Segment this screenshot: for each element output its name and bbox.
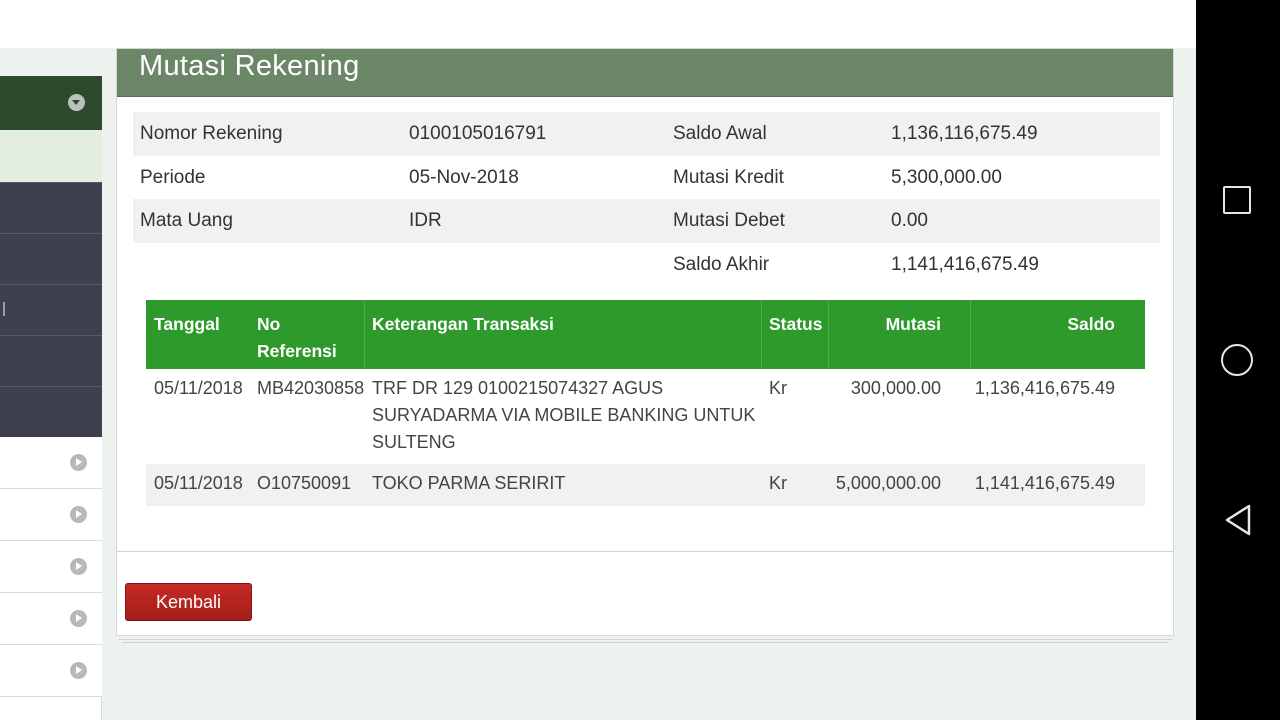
sidebar-header[interactable] <box>0 76 102 130</box>
panel-shadow <box>122 640 1169 643</box>
chevron-right-icon <box>70 558 87 575</box>
page-title: Mutasi Rekening <box>139 50 360 82</box>
info-label: Saldo Akhir <box>673 253 770 275</box>
cell-no-referensi: MB42030858 <box>257 378 365 398</box>
info-value: IDR <box>409 210 442 231</box>
sidebar-item-active[interactable] <box>0 130 102 182</box>
panel-divider <box>117 551 1173 552</box>
chevron-right-icon <box>70 662 87 679</box>
subitem-marker <box>3 302 5 316</box>
info-value: 5,300,000.00 <box>891 166 1002 188</box>
table-row: 05/11/2018 O10750091 TOKO PARMA SERIRIT … <box>146 464 1145 506</box>
header-saldo: Saldo <box>1067 314 1115 334</box>
info-label: Periode <box>140 166 206 188</box>
info-value: 1,136,116,675.49 <box>891 123 1038 144</box>
cell-status: Kr <box>769 378 787 398</box>
cell-tanggal: 05/11/2018 <box>154 473 243 493</box>
table-header: Tanggal No Referensi Keterangan Transaks… <box>146 300 1145 369</box>
header-no-referensi-line1: No <box>257 314 281 334</box>
sidebar-subitem[interactable] <box>0 335 102 386</box>
sidebar-item[interactable] <box>0 437 102 489</box>
cell-keterangan: TOKO PARMA SERIRIT <box>372 473 566 493</box>
cell-tanggal: 05/11/2018 <box>154 378 243 398</box>
cell-mutasi: 5,000,000.00 <box>835 473 941 493</box>
sidebar-item[interactable] <box>0 645 102 697</box>
header-status: Status <box>769 314 823 334</box>
panel-header: Mutasi Rekening <box>117 49 1173 97</box>
table-row: 05/11/2018 MB42030858 TRF DR 129 0100215… <box>146 369 1145 464</box>
chevron-right-icon <box>70 454 87 471</box>
chevron-down-icon[interactable] <box>68 94 85 111</box>
sidebar-subitem[interactable] <box>0 386 102 437</box>
info-label: Mutasi Debet <box>673 210 785 231</box>
header-no-referensi: No Referensi <box>257 311 337 365</box>
back-icon[interactable] <box>1223 503 1253 537</box>
mutasi-panel: Mutasi Rekening Nomor Rekening 010010501… <box>116 48 1174 636</box>
header-keterangan: Keterangan Transaksi <box>372 314 554 334</box>
chevron-right-icon <box>70 506 87 523</box>
sidebar-item[interactable] <box>0 489 102 541</box>
info-label: Saldo Awal <box>673 123 767 144</box>
info-row: Saldo Akhir 1,141,416,675.49 <box>133 243 1160 287</box>
account-info-table: Nomor Rekening 0100105016791 Saldo Awal … <box>133 112 1160 286</box>
header-no-referensi-line2: Referensi <box>257 341 337 361</box>
column-divider <box>364 300 365 369</box>
sidebar-subitem[interactable] <box>0 284 102 335</box>
info-value: 05-Nov-2018 <box>409 166 519 188</box>
home-icon[interactable] <box>1221 344 1253 376</box>
info-row: Mata Uang IDR Mutasi Debet 0.00 <box>133 199 1160 243</box>
chevron-right-icon <box>70 610 87 627</box>
cell-saldo: 1,136,416,675.49 <box>974 378 1115 398</box>
sidebar-item[interactable] <box>0 541 102 593</box>
column-divider <box>761 300 762 369</box>
info-row: Periode 05-Nov-2018 Mutasi Kredit 5,300,… <box>133 156 1160 200</box>
info-label: Mata Uang <box>140 210 233 231</box>
top-bar <box>0 0 1196 48</box>
sidebar-menu <box>0 76 102 720</box>
cell-keterangan: TRF DR 129 0100215074327 AGUS SURYADARMA… <box>372 378 756 452</box>
cell-mutasi: 300,000.00 <box>850 378 941 398</box>
header-mutasi: Mutasi <box>885 314 941 334</box>
info-value: 0.00 <box>891 210 928 231</box>
column-divider <box>970 300 971 369</box>
info-label: Nomor Rekening <box>140 123 283 144</box>
cell-no-referensi: O10750091 <box>257 473 352 493</box>
cell-saldo: 1,141,416,675.49 <box>974 473 1115 493</box>
recent-apps-icon[interactable] <box>1223 186 1251 214</box>
column-divider <box>828 300 829 369</box>
transactions-table: Tanggal No Referensi Keterangan Transaks… <box>146 300 1145 506</box>
system-nav-bar <box>1196 0 1280 720</box>
back-button[interactable]: Kembali <box>125 583 252 621</box>
sidebar-subitem[interactable] <box>0 233 102 284</box>
info-value: 1,141,416,675.49 <box>891 253 1039 275</box>
header-tanggal: Tanggal <box>154 314 220 334</box>
info-row: Nomor Rekening 0100105016791 Saldo Awal … <box>133 112 1160 156</box>
info-value: 0100105016791 <box>409 123 547 144</box>
info-label: Mutasi Kredit <box>673 166 784 188</box>
cell-status: Kr <box>769 473 787 493</box>
sidebar-subitem[interactable] <box>0 182 102 233</box>
sidebar-item[interactable] <box>0 593 102 645</box>
